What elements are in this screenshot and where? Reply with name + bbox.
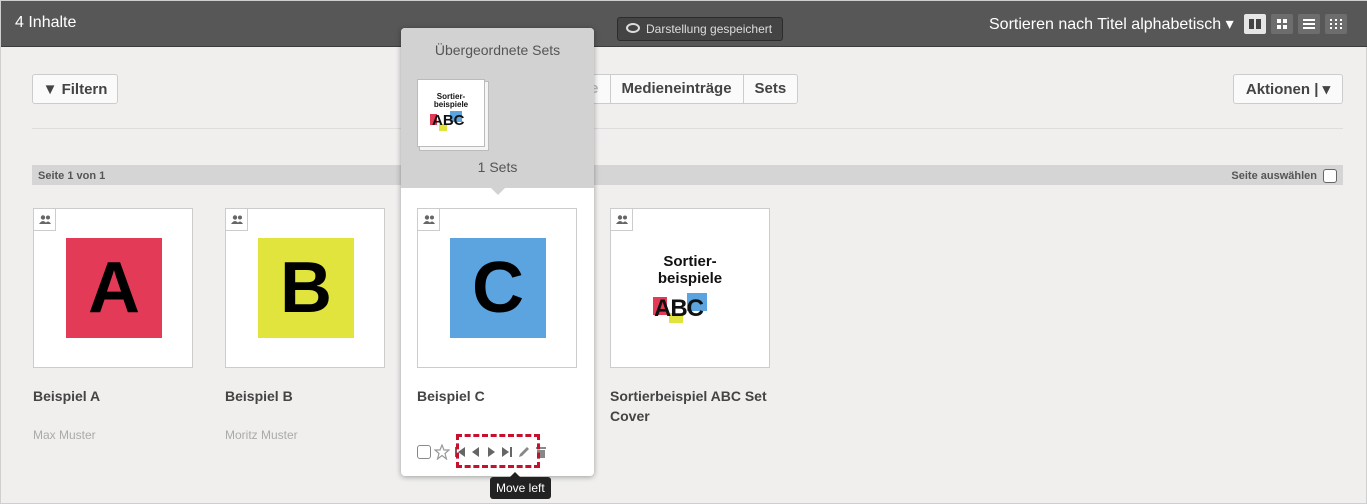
tiles-icon [1330,19,1342,29]
sort-dropdown[interactable]: Sortieren nach Titel alphabetisch ▾ [989,14,1234,34]
columns-icon [1249,19,1261,29]
mini-abc: ABC [432,112,465,129]
select-item-checkbox[interactable] [417,445,431,459]
tab-media-entries[interactable]: Medieneinträge [609,75,743,103]
parent-sets-popover: Übergeordnete Sets Sortier- beispiele AB… [401,28,594,476]
top-bar: 4 Inhalte Darstellung gespeichert Sortie… [1,1,1367,47]
eye-icon [626,23,640,33]
item-card-b[interactable]: B [225,208,385,368]
badge [418,209,440,231]
page-label: Seite 1 von 1 [38,170,106,182]
thumbnail-a: A [66,238,162,338]
content-type-tabs: le Medieneinträge Sets [574,74,799,104]
item-card-c[interactable]: C [417,208,577,368]
saved-view-badge[interactable]: Darstellung gespeichert [617,17,784,41]
star-icon[interactable] [434,444,450,460]
item-title[interactable]: Beispiel C [417,386,485,406]
highlight-box [456,434,540,468]
content-count: 4 Inhalte [15,14,77,31]
badge [226,209,248,231]
badge [611,209,633,231]
view-columns-button[interactable] [1244,14,1266,34]
item-title[interactable]: Beispiel A [33,386,100,406]
item-title[interactable]: Beispiel B [225,386,293,406]
select-page-label: Seite auswählen [1231,170,1317,182]
users-icon [38,215,51,224]
users-icon [230,215,243,224]
list-icon [1303,19,1315,29]
select-page[interactable]: Seite auswählen [1231,169,1337,183]
thumbnail-b: B [258,238,354,338]
parent-set-thumbnail[interactable]: Sortier- beispiele ABC [417,79,485,147]
filter-button[interactable]: ▼ Filtern [32,74,118,104]
users-icon [422,215,435,224]
popover-caret [490,187,506,195]
item-author: Moritz Muster [225,428,298,442]
cover-text: Sortier- beispiele [657,253,723,287]
mini-cover-text: Sortier- beispiele [433,92,469,109]
thumbnail-c: C [450,238,546,338]
actions-button[interactable]: Aktionen | ▾ [1233,74,1343,104]
select-page-checkbox[interactable] [1323,169,1337,183]
divider [32,128,1343,129]
parent-set-count: 1 Sets [477,159,518,175]
view-list-button[interactable] [1298,14,1320,34]
app-frame: 4 Inhalte Darstellung gespeichert Sortie… [0,0,1367,504]
popover-header: Übergeordnete Sets Sortier- beispiele AB… [401,28,594,188]
item-author: Max Muster [33,428,96,442]
item-card-set-cover[interactable]: Sortier- beispiele ABC [610,208,770,368]
page-bar: Seite 1 von 1 Seite auswählen [32,165,1343,185]
tooltip: Move left [490,472,551,499]
item-card-a[interactable]: A [33,208,193,368]
item-title[interactable]: Sortierbeispiel ABC Set Cover [610,386,780,426]
cover-abc: ABC [654,295,704,322]
badge [34,209,56,231]
popover-title: Übergeordnete Sets [434,42,561,58]
grid-icon [1277,19,1287,29]
saved-view-label: Darstellung gespeichert [646,22,773,36]
users-icon [615,215,628,224]
tab-sets[interactable]: Sets [742,75,798,103]
view-grid-button[interactable] [1271,14,1293,34]
view-tiles-button[interactable] [1325,14,1347,34]
